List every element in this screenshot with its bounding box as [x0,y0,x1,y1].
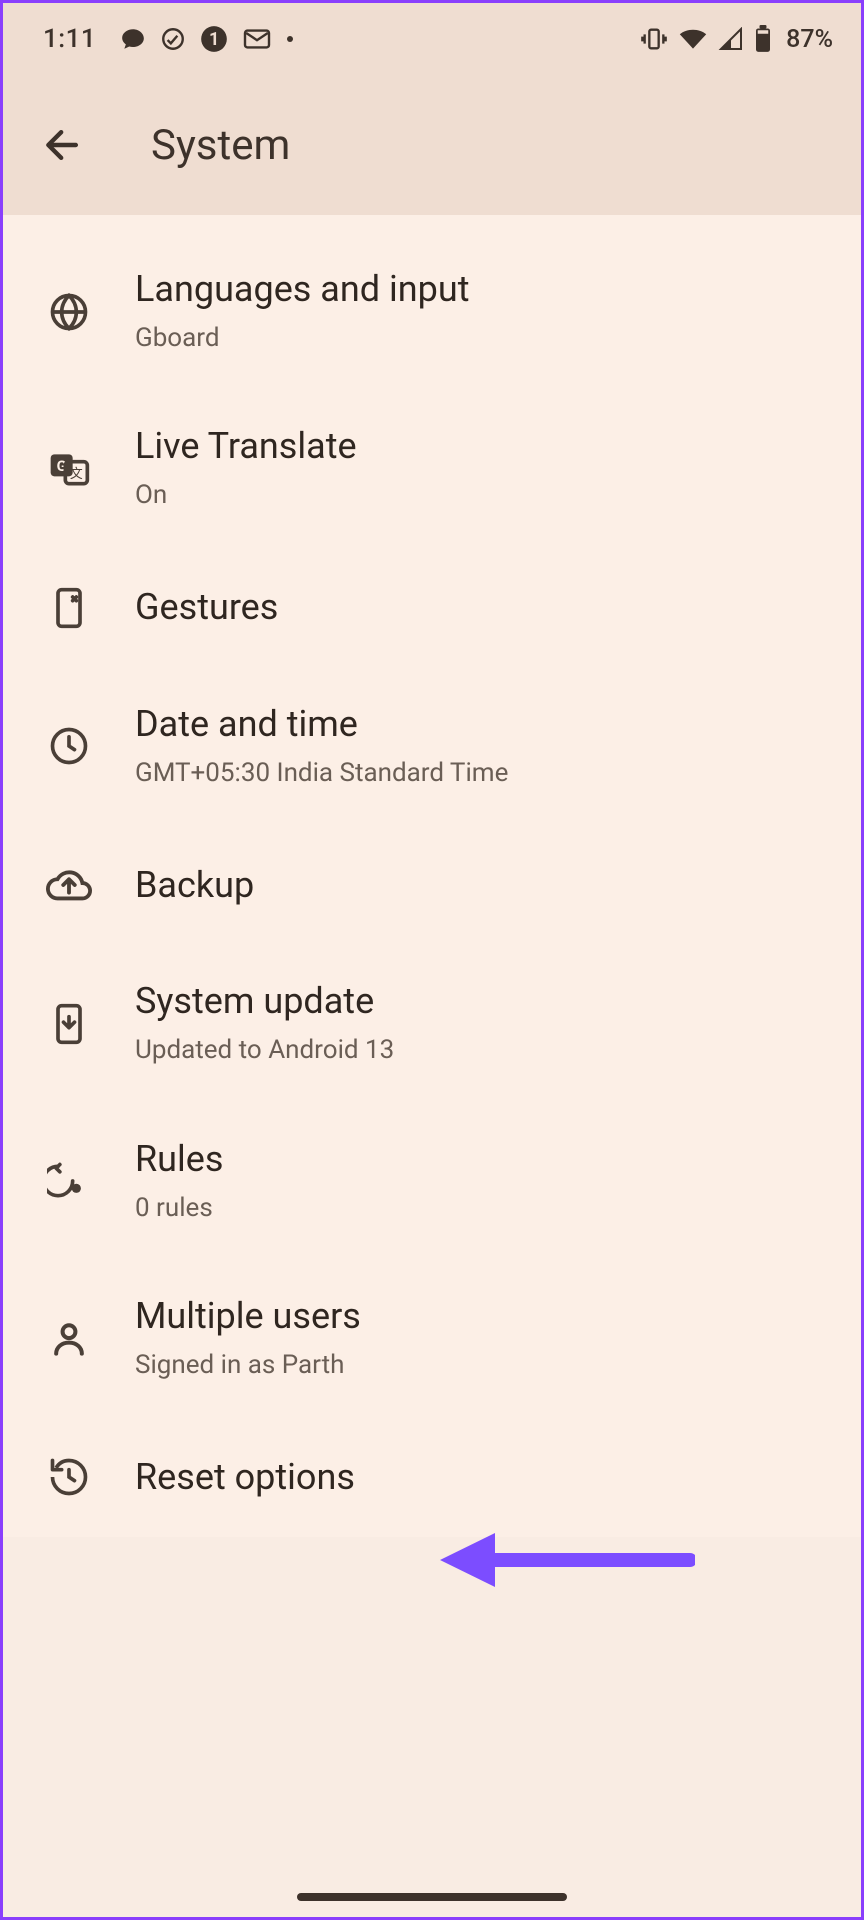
sync-icon [160,26,186,52]
gestures-icon [43,582,95,634]
item-live-translate[interactable]: G文 Live Translate On [3,390,861,547]
item-title: Rules [135,1137,223,1182]
signal-icon [718,27,744,51]
item-title: Multiple users [135,1294,361,1339]
item-subtitle: Signed in as Parth [135,1347,361,1383]
item-rules[interactable]: Rules 0 rules [3,1103,861,1260]
person-icon [43,1313,95,1365]
translate-icon: G文 [43,443,95,495]
item-subtitle: Updated to Android 13 [135,1032,394,1068]
system-update-icon [43,998,95,1050]
backup-icon [43,859,95,911]
back-button[interactable] [33,115,93,175]
item-subtitle: On [135,477,357,513]
item-title: Reset options [135,1455,355,1500]
rules-icon [43,1155,95,1207]
home-indicator[interactable] [297,1893,567,1901]
item-reset-options[interactable]: Reset options [3,1417,861,1537]
vibrate-icon [640,25,668,53]
status-left: 1:11 1 [43,24,294,54]
battery-icon [754,25,772,53]
wifi-icon [678,27,708,51]
arrow-back-icon [41,123,85,167]
chat-icon [120,26,146,52]
settings-list: Languages and input Gboard G文 Live Trans… [3,215,861,1537]
svg-text:文: 文 [70,467,83,482]
item-title: Backup [135,863,254,908]
item-multiple-users[interactable]: Multiple users Signed in as Parth [3,1260,861,1417]
item-backup[interactable]: Backup [3,825,861,945]
status-bar: 1:11 1 87% [3,3,861,75]
item-gestures[interactable]: Gestures [3,548,861,668]
status-right: 87% [640,25,833,54]
notif-count-icon: 1 [200,25,228,53]
item-languages-and-input[interactable]: Languages and input Gboard [3,233,861,390]
item-date-and-time[interactable]: Date and time GMT+05:30 India Standard T… [3,668,861,825]
item-subtitle: GMT+05:30 India Standard Time [135,755,508,791]
item-system-update[interactable]: System update Updated to Android 13 [3,945,861,1102]
battery-percent: 87% [786,25,833,54]
reset-icon [43,1451,95,1503]
item-subtitle: 0 rules [135,1190,223,1226]
item-title: System update [135,979,394,1024]
item-title: Live Translate [135,424,357,469]
mail-icon [242,27,272,51]
globe-icon [43,286,95,338]
item-title: Languages and input [135,267,469,312]
status-time: 1:11 [43,24,96,54]
dot-icon [286,35,294,43]
app-bar: System [3,75,861,215]
notif-count-label: 1 [200,25,228,53]
item-title: Date and time [135,702,508,747]
item-title: Gestures [135,585,278,630]
page-title: System [151,121,290,170]
item-subtitle: Gboard [135,320,469,356]
clock-icon [43,720,95,772]
